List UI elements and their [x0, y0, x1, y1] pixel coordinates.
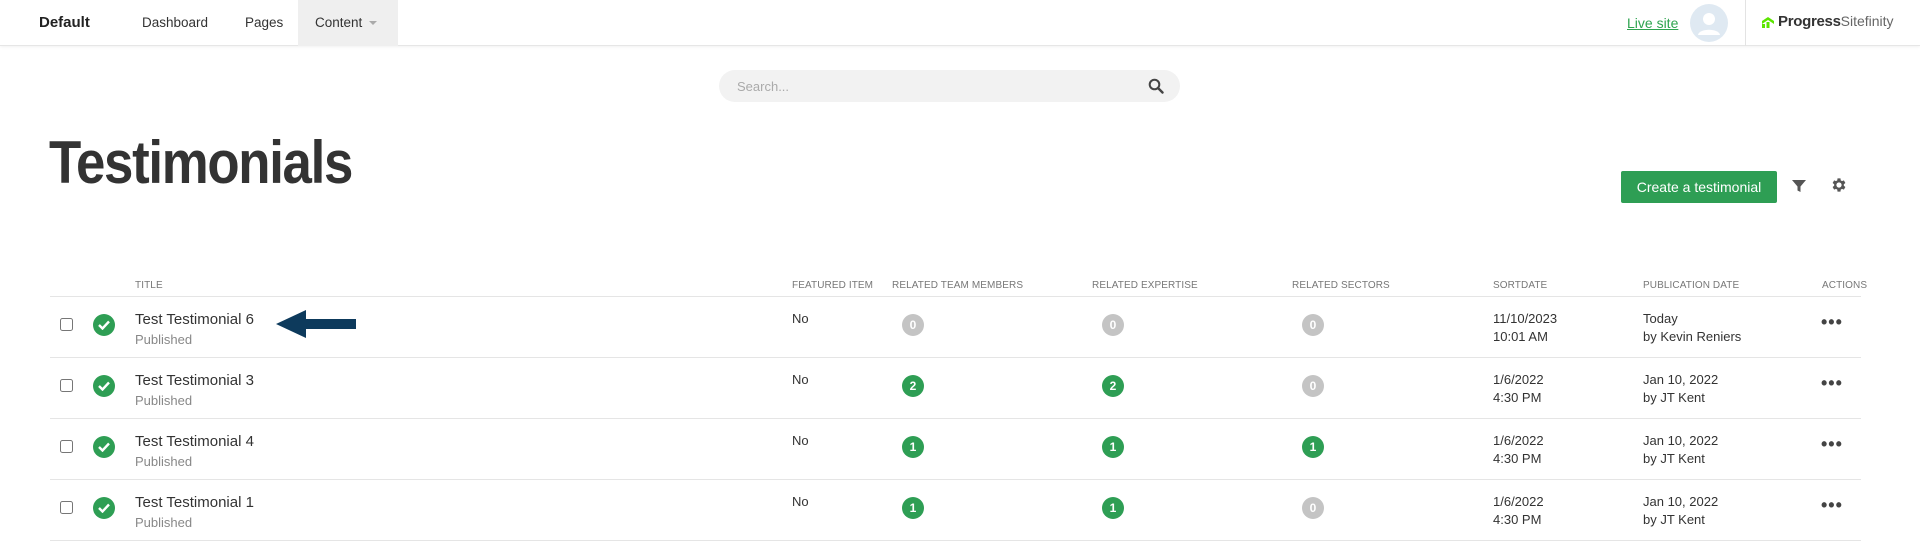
sectors-count-badge: 1 — [1302, 436, 1324, 458]
brand-secondary: Sitefinity — [1840, 13, 1894, 29]
column-header-sectors[interactable]: Related sectors — [1292, 280, 1390, 291]
team-count-badge: 2 — [902, 375, 924, 397]
sortdate-date: 1/6/2022 — [1493, 494, 1544, 509]
expertise-count-badge: 1 — [1102, 497, 1124, 519]
row-featured: No — [792, 494, 809, 509]
column-header-featured[interactable]: Featured item — [792, 280, 873, 291]
column-header-sortdate[interactable]: SortDate — [1493, 280, 1547, 291]
row-featured: No — [792, 372, 809, 387]
column-header-title[interactable]: Title — [135, 280, 163, 291]
user-icon — [1698, 13, 1720, 35]
row-checkbox[interactable] — [60, 440, 73, 453]
table-row: Test Testimonial 3 Published No 2 2 0 1/… — [50, 358, 1861, 419]
expertise-count-badge: 1 — [1102, 436, 1124, 458]
table-row: Test Testimonial 1 Published No 1 1 0 1/… — [50, 480, 1861, 541]
row-sortdate: 1/6/2022 4:30 PM — [1493, 432, 1544, 468]
row-sortdate: 1/6/2022 4:30 PM — [1493, 371, 1544, 407]
divider — [1745, 0, 1746, 46]
column-header-actions: Actions — [1822, 280, 1868, 291]
page-title: Testimonials — [49, 129, 353, 196]
publication-author: by JT Kent — [1643, 390, 1705, 405]
nav-dashboard[interactable]: Dashboard — [125, 0, 225, 46]
row-status: Published — [135, 332, 193, 347]
row-checkbox[interactable] — [60, 501, 73, 514]
live-site-link[interactable]: Live site — [1627, 15, 1678, 31]
publication-date: Today — [1643, 311, 1678, 326]
table-header: Title Featured item Related team members… — [50, 272, 1867, 297]
expertise-count-badge: 0 — [1102, 314, 1124, 336]
publication-date: Jan 10, 2022 — [1643, 372, 1719, 387]
avatar[interactable] — [1690, 4, 1728, 42]
publication-author: by Kevin Reniers — [1643, 329, 1742, 344]
publication-author: by JT Kent — [1643, 451, 1705, 466]
publication-date: Jan 10, 2022 — [1643, 433, 1719, 448]
published-check-icon — [93, 436, 115, 458]
row-sortdate: 11/10/2023 10:01 AM — [1493, 310, 1557, 346]
row-title-link[interactable]: Test Testimonial 4 — [135, 433, 254, 450]
gear-icon[interactable] — [1830, 176, 1848, 194]
expertise-count-badge: 2 — [1102, 375, 1124, 397]
row-publication: Today by Kevin Reniers — [1643, 310, 1741, 346]
sortdate-date: 1/6/2022 — [1493, 372, 1544, 387]
sortdate-time: 4:30 PM — [1493, 390, 1542, 405]
create-testimonial-button[interactable]: Create a testimonial — [1621, 171, 1777, 203]
row-featured: No — [792, 311, 809, 326]
search-box — [719, 70, 1180, 102]
row-actions-menu[interactable]: ••• — [1821, 434, 1843, 455]
sortdate-date: 1/6/2022 — [1493, 433, 1544, 448]
nav-content-label: Content — [315, 15, 363, 30]
sectors-count-badge: 0 — [1302, 314, 1324, 336]
row-actions-menu[interactable]: ••• — [1821, 373, 1843, 394]
nav-content[interactable]: Content — [298, 0, 398, 46]
nav-pages[interactable]: Pages — [228, 0, 300, 46]
filter-icon[interactable] — [1791, 178, 1807, 194]
row-publication: Jan 10, 2022 by JT Kent — [1643, 432, 1718, 468]
row-title-link[interactable]: Test Testimonial 3 — [135, 372, 254, 389]
row-checkbox[interactable] — [60, 318, 73, 331]
team-count-badge: 1 — [902, 497, 924, 519]
row-status: Published — [135, 393, 193, 408]
row-publication: Jan 10, 2022 by JT Kent — [1643, 371, 1718, 407]
published-check-icon — [93, 314, 115, 336]
sortdate-time: 4:30 PM — [1493, 512, 1542, 527]
column-header-expertise[interactable]: Related expertise — [1092, 280, 1198, 291]
publication-author: by JT Kent — [1643, 512, 1705, 527]
sortdate-date: 11/10/2023 — [1493, 311, 1558, 326]
row-status: Published — [135, 454, 193, 469]
row-actions-menu[interactable]: ••• — [1821, 312, 1843, 333]
annotation-arrow-icon — [276, 310, 356, 338]
progress-logo-icon — [1762, 17, 1774, 29]
row-checkbox[interactable] — [60, 379, 73, 392]
column-header-team[interactable]: Related team members — [892, 280, 1023, 291]
column-header-publication-date[interactable]: Publication date — [1643, 280, 1739, 291]
row-actions-menu[interactable]: ••• — [1821, 495, 1843, 516]
site-name[interactable]: Default — [39, 14, 90, 31]
row-featured: No — [792, 433, 809, 448]
published-check-icon — [93, 497, 115, 519]
row-publication: Jan 10, 2022 by JT Kent — [1643, 493, 1718, 529]
search-input[interactable] — [737, 76, 1137, 96]
team-count-badge: 1 — [902, 436, 924, 458]
brand-logo: ProgressSitefinity — [1760, 13, 1894, 30]
team-count-badge: 0 — [902, 314, 924, 336]
sortdate-time: 10:01 AM — [1493, 329, 1548, 344]
publication-date: Jan 10, 2022 — [1643, 494, 1719, 509]
table-row: Test Testimonial 4 Published No 1 1 1 1/… — [50, 419, 1861, 480]
sectors-count-badge: 0 — [1302, 497, 1324, 519]
sortdate-time: 4:30 PM — [1493, 451, 1542, 466]
row-status: Published — [135, 515, 193, 530]
brand-primary: Progress — [1778, 13, 1841, 30]
top-navigation-bar: Default Dashboard Pages Content Live sit… — [0, 0, 1920, 46]
row-sortdate: 1/6/2022 4:30 PM — [1493, 493, 1544, 529]
row-title-link[interactable]: Test Testimonial 1 — [135, 494, 254, 511]
sectors-count-badge: 0 — [1302, 375, 1324, 397]
search-icon[interactable] — [1148, 78, 1164, 94]
published-check-icon — [93, 375, 115, 397]
row-title-link[interactable]: Test Testimonial 6 — [135, 311, 254, 328]
chevron-down-icon — [369, 21, 378, 26]
